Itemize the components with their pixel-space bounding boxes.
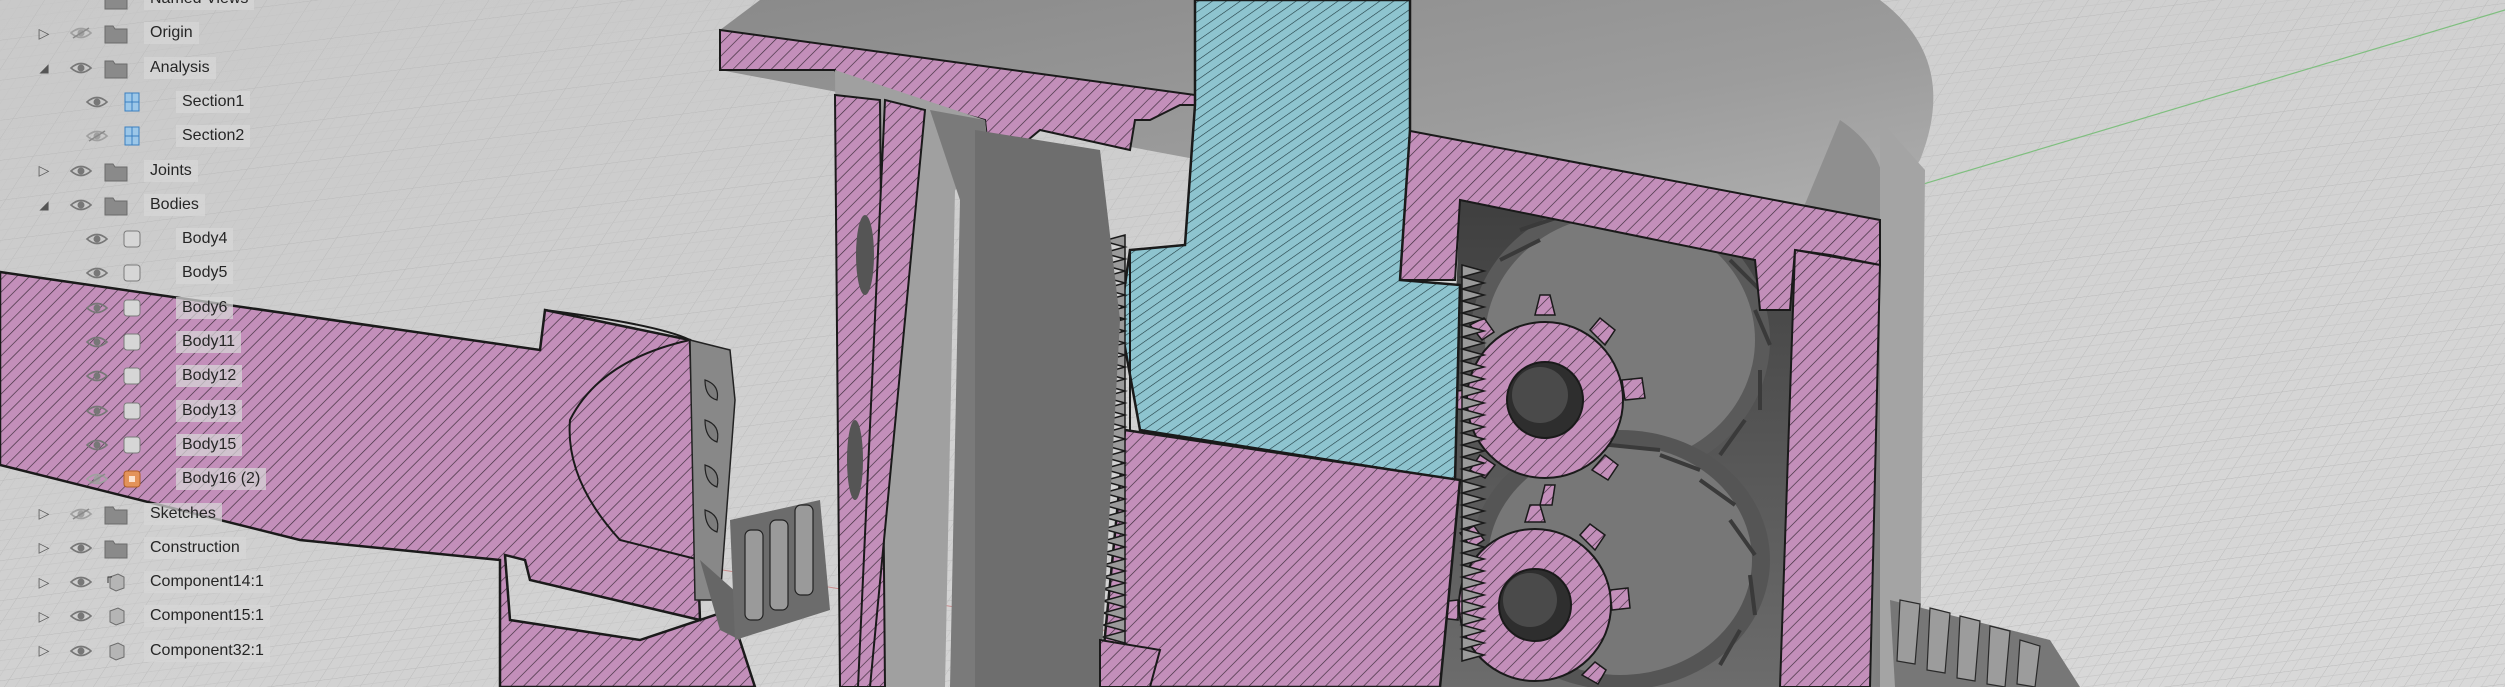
eye-icon[interactable] (67, 599, 95, 633)
eye-icon[interactable] (83, 85, 111, 119)
browser-node-label: Component14:1 (144, 571, 270, 594)
browser-node-sketches[interactable]: ▷ Sketches (0, 497, 300, 531)
folder-icon (104, 22, 128, 44)
browser-node-body11[interactable]: Body11 (0, 325, 300, 359)
browser-node-label: Body4 (176, 228, 234, 251)
collapsed-triangle-icon[interactable]: ▷ (34, 154, 54, 188)
browser-node-body4[interactable]: Body4 (0, 222, 300, 256)
section-analysis-icon (120, 91, 144, 113)
browser-node-label: Section1 (176, 90, 251, 113)
browser-node-label: Construction (144, 536, 246, 559)
collapsed-triangle-icon[interactable]: ▷ (34, 634, 54, 668)
browser-node-label: Analysis (144, 56, 216, 79)
body-orange-icon (120, 468, 144, 490)
browser-node-joints[interactable]: ▷ Joints (0, 154, 300, 188)
browser-node-analysis[interactable]: ◢ Analysis (0, 51, 300, 85)
collapsed-triangle-icon[interactable]: ▷ (34, 531, 54, 565)
collapsed-triangle-icon[interactable]: ▷ (34, 16, 54, 50)
eye-icon[interactable] (83, 359, 111, 393)
body-icon (120, 228, 144, 250)
browser-node-construction[interactable]: ▷ Construction (0, 531, 300, 565)
expanded-triangle-icon[interactable]: ◢ (34, 188, 54, 222)
browser-node-body13[interactable]: Body13 (0, 394, 300, 428)
body-icon (120, 365, 144, 387)
eye-hidden-icon[interactable] (67, 16, 95, 50)
folder-icon (104, 57, 128, 79)
browser-node-label: Body5 (176, 262, 234, 285)
browser-node-label: Component32:1 (144, 639, 270, 662)
folder-icon (104, 194, 128, 216)
expanded-triangle-icon[interactable]: ◢ (34, 51, 54, 85)
body-icon (120, 297, 144, 319)
component-icon (104, 605, 128, 627)
collapsed-triangle-icon[interactable]: ▷ (34, 497, 54, 531)
folder-icon (104, 0, 128, 10)
browser-node-component15-1[interactable]: ▷ Component15:1 (0, 599, 300, 633)
browser-node-origin[interactable]: ▷ Origin (0, 16, 300, 50)
collapsed-triangle-icon[interactable]: ▷ (34, 599, 54, 633)
browser-node-label: Body11 (176, 331, 242, 353)
eye-icon[interactable] (67, 634, 95, 668)
browser-node-component14-1[interactable]: ▷ Component14:1 (0, 565, 300, 599)
component-icon (104, 640, 128, 662)
browser-node-label: Body15 (176, 433, 243, 456)
eye-icon[interactable] (83, 394, 111, 428)
browser-node-body15[interactable]: Body15 (0, 428, 300, 462)
folder-icon (104, 160, 128, 182)
section-analysis-icon (120, 125, 144, 147)
browser-node-body5[interactable]: Body5 (0, 256, 300, 290)
browser-node-component32-1[interactable]: ▷ Component32:1 (0, 634, 300, 668)
browser-node-label: Component15:1 (144, 605, 270, 628)
eye-icon[interactable] (67, 188, 95, 222)
eye-icon[interactable] (67, 565, 95, 599)
eye-icon[interactable] (83, 325, 111, 359)
body-icon (120, 262, 144, 284)
eye-hidden-icon[interactable] (67, 497, 95, 531)
browser-node-label: Bodies (144, 193, 205, 216)
browser-node-section2[interactable]: Section2 (0, 119, 300, 153)
eye-icon[interactable] (83, 291, 111, 325)
eye-icon[interactable] (83, 222, 111, 256)
browser-node-section1[interactable]: Section1 (0, 85, 300, 119)
browser-node-body6[interactable]: Body6 (0, 291, 300, 325)
eye-icon (67, 0, 95, 16)
eye-icon[interactable] (67, 51, 95, 85)
browser-node-label: Body12 (176, 365, 243, 388)
eye-icon[interactable] (83, 256, 111, 290)
browser-node-named-views[interactable]: Named Views (0, 0, 300, 16)
3d-viewport[interactable] (0, 0, 2505, 687)
browser-node-label: Body6 (176, 296, 234, 319)
body-icon (120, 400, 144, 422)
eye-icon[interactable] (83, 428, 111, 462)
eye-icon[interactable] (67, 154, 95, 188)
eye-hidden-icon[interactable] (83, 119, 111, 153)
browser-node-label: Joints (144, 159, 198, 182)
body-icon (120, 434, 144, 456)
folder-icon (104, 503, 128, 525)
browser-node-body16-2[interactable]: Body16 (2) (0, 462, 300, 496)
eye-hidden-icon[interactable] (83, 462, 111, 496)
browser-node-label: Origin (144, 22, 199, 45)
browser-node-bodies[interactable]: ◢ Bodies (0, 188, 300, 222)
browser-node-label: Named Views (144, 0, 255, 10)
component-linked-icon (104, 571, 128, 593)
browser-node-label: Sketches (144, 502, 222, 525)
folder-icon (104, 537, 128, 559)
collapsed-triangle-icon[interactable]: ▷ (34, 565, 54, 599)
browser-node-label: Body16 (2) (176, 468, 267, 491)
eye-icon[interactable] (67, 531, 95, 565)
browser-node-body12[interactable]: Body12 (0, 359, 300, 393)
housing-wall-section (1778, 248, 1882, 687)
browser-node-label: Section2 (176, 125, 251, 148)
body-icon (120, 331, 144, 353)
browser-node-label: Body13 (176, 399, 243, 422)
inner-pocket (975, 130, 1120, 687)
